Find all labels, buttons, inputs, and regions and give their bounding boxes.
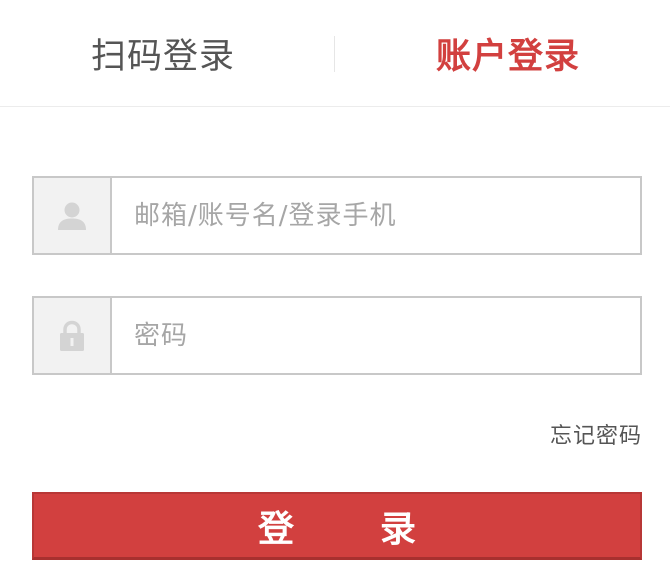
password-field xyxy=(32,296,642,375)
password-input[interactable] xyxy=(112,298,638,373)
tab-account-login[interactable]: 账户登录 xyxy=(346,0,670,106)
tab-qr-login[interactable]: 扫码登录 xyxy=(0,0,326,106)
password-icon-box xyxy=(34,298,112,373)
lock-icon xyxy=(60,320,84,351)
username-icon-box xyxy=(34,178,112,253)
forgot-password-link[interactable]: 忘记密码 xyxy=(550,418,642,450)
tab-account-login-label: 账户登录 xyxy=(435,36,580,77)
username-field xyxy=(32,176,642,255)
user-icon xyxy=(58,202,86,230)
tab-divider xyxy=(334,36,335,72)
username-input[interactable] xyxy=(112,178,638,253)
login-tabs: 扫码登录 账户登录 xyxy=(0,0,670,107)
login-button[interactable]: 登录 xyxy=(32,492,642,560)
tab-qr-login-label: 扫码登录 xyxy=(90,36,235,77)
